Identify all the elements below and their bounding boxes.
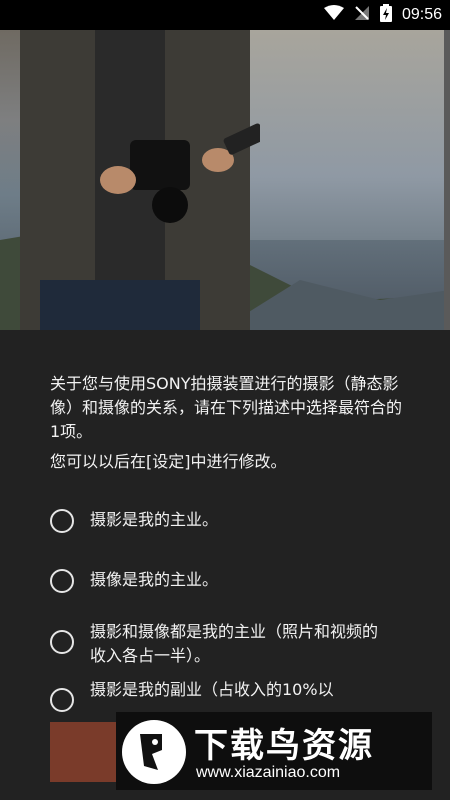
status-bar: 09:56 — [0, 0, 450, 30]
wifi-icon — [323, 5, 344, 25]
radio-button[interactable] — [50, 509, 74, 533]
option-both-main[interactable]: 摄影和摄像都是我的主业（照片和视频的收入各占一半）。 — [50, 620, 410, 668]
scrollbar[interactable] — [444, 30, 450, 370]
watermark-title: 下载鸟资源 — [194, 726, 374, 766]
radio-button[interactable] — [50, 688, 74, 712]
clock: 09:56 — [401, 6, 442, 23]
radio-button[interactable] — [50, 569, 74, 593]
battery-charging-icon — [379, 4, 392, 26]
bird-logo-icon — [122, 720, 186, 784]
next-button[interactable] — [50, 722, 120, 782]
hero-photo — [0, 30, 450, 330]
intro-text: 关于您与使用SONY拍摄装置进行的摄影（静态影像）和摄像的关系，请在下列描述中选… — [50, 374, 403, 441]
no-signal-icon — [354, 5, 370, 25]
option-label: 摄影是我的主业。 — [90, 510, 219, 529]
watermark-url: www.xiazainiao.com — [196, 764, 341, 781]
option-video-main[interactable]: 摄像是我的主业。 — [50, 568, 410, 593]
option-label: 摄影是我的副业（占收入的10%以 — [90, 680, 334, 699]
option-label: 摄影和摄像都是我的主业（照片和视频的收入各占一半）。 — [90, 622, 379, 665]
option-photo-side[interactable]: 摄影是我的副业（占收入的10%以 — [50, 678, 410, 712]
option-photo-main[interactable]: 摄影是我的主业。 — [50, 508, 410, 533]
radio-button[interactable] — [50, 630, 74, 654]
settings-note: 您可以以后在[设定]中进行修改。 — [50, 452, 287, 471]
option-label: 摄像是我的主业。 — [90, 570, 219, 589]
watermark: 下载鸟资源 www.xiazainiao.com — [116, 712, 432, 790]
